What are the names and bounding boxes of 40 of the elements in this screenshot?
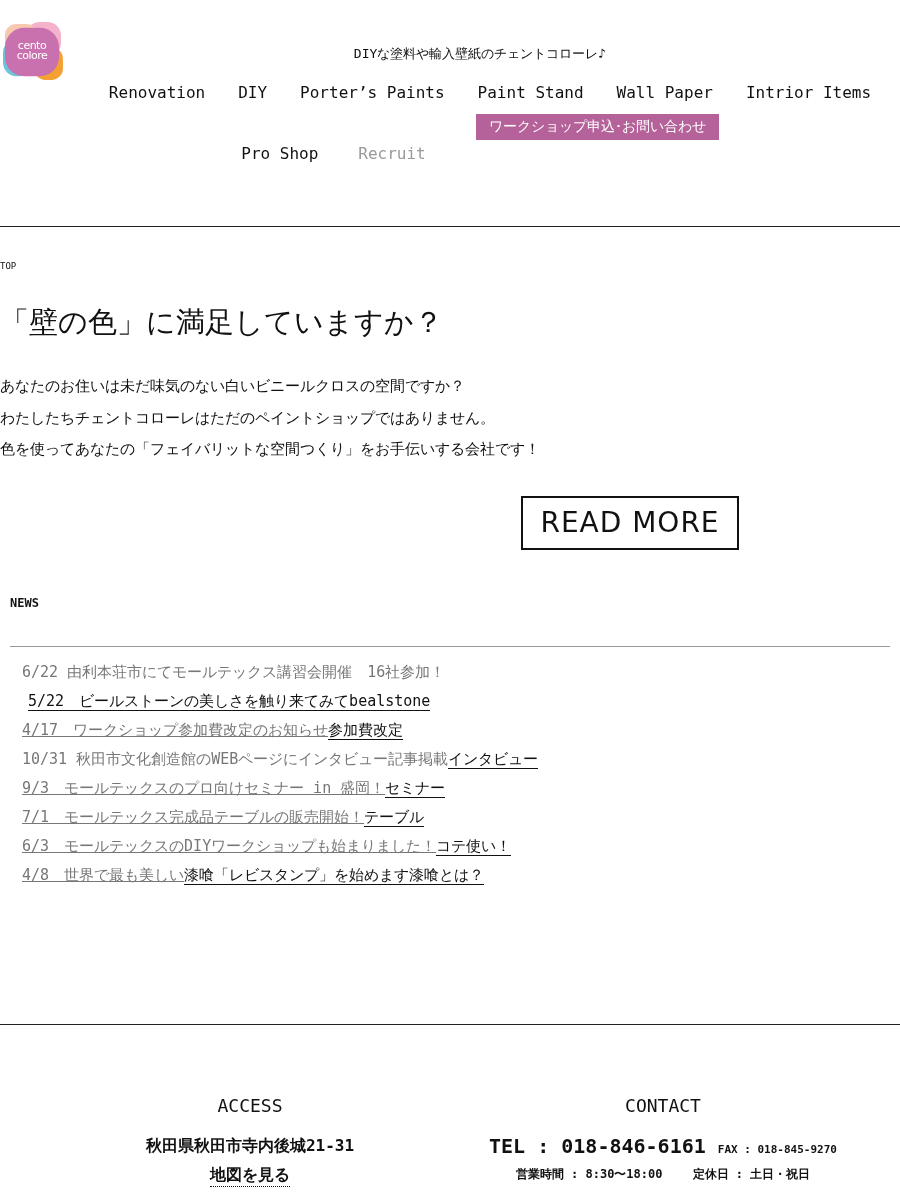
news-link[interactable]: 4/8 世界で最も美しい <box>22 865 185 884</box>
news-link[interactable]: 9/3 モールテックスのプロ向けセミナー in 盛岡！ <box>22 778 386 797</box>
intro-text: 色を使ってあなたの「フェイバリットな空間つくり」をお手伝いする会社です！ <box>0 439 541 460</box>
news-link[interactable]: 参加費改定 <box>328 720 404 740</box>
breadcrumb[interactable]: TOP <box>0 261 900 271</box>
news-link[interactable]: コテ使い！ <box>436 836 512 856</box>
news-text: 10/31 秋田市文化創造館のWEBページにインタビュー記事掲載 <box>22 749 449 768</box>
nav-link[interactable]: Wall Paper <box>616 83 713 102</box>
news-link[interactable]: 漆喰「レビスタンプ」を始めます漆喰とは？ <box>184 865 485 885</box>
nav-link[interactable]: DIY <box>238 83 268 102</box>
intro-text: あなたのお住いは未だ味気のない白いビニールクロスの空間ですか？ <box>0 376 466 397</box>
phone-number: TEL : 018-846-6161 <box>489 1134 706 1158</box>
map-link[interactable]: 地図を見る <box>210 1165 290 1187</box>
news-label: NEWS <box>10 595 40 610</box>
nav-link[interactable]: Pro Shop <box>241 144 319 163</box>
news-link[interactable]: インタビュー <box>448 749 539 769</box>
page-heading: 「壁の色」に満足していますか？ <box>0 304 444 341</box>
nav-link[interactable]: Paint Stand <box>477 83 584 102</box>
nav-link[interactable]: Intrior Items <box>745 83 872 102</box>
tagline: DIYな塗料や輸入壁紙のチェントコローレ♪ <box>353 45 607 63</box>
logo-drawing <box>0 22 64 80</box>
news-link[interactable]: 6/3 モールテックスのDIYワークショップも始まりました！ <box>22 836 437 855</box>
access-title: ACCESS <box>217 1095 283 1116</box>
contact-title: CONTACT <box>625 1095 701 1116</box>
news-link[interactable]: テーブル <box>364 807 425 827</box>
address-text: 秋田県秋田市寺内後城21-31 <box>145 1136 355 1157</box>
nav-link[interactable]: Renovation <box>108 83 206 102</box>
fax-number: FAX : 018-845-9270 <box>717 1143 837 1156</box>
news-link[interactable]: セミナー <box>385 778 446 798</box>
news-link[interactable]: 7/1 モールテックス完成品テーブルの販売開始！ <box>22 807 365 826</box>
news-text: 6/22 由利本荘市にてモールテックス講習会開催 16社参加！ <box>22 662 446 681</box>
nav-link[interactable]: Porter’s Paints <box>300 83 445 102</box>
logo-text: cento colore <box>16 41 48 61</box>
hours-text: 営業時間 : 8:30〜18:00 <box>515 1166 663 1183</box>
contact-button[interactable]: ワークショップ申込･お問い合わせ <box>475 114 719 140</box>
intro-text: わたしたちチェントコローレはただのペイントショップではありません。 <box>0 407 496 429</box>
read-more-button[interactable]: READ MORE <box>521 495 739 550</box>
holiday-text: 定休日 : 土日・祝日 <box>692 1166 811 1183</box>
news-link[interactable]: 4/17 ワークショップ参加費改定のお知らせ <box>22 720 329 739</box>
news-link[interactable]: 5/22 ビールストーンの美しさを触り来てみてbealstone <box>28 691 431 711</box>
